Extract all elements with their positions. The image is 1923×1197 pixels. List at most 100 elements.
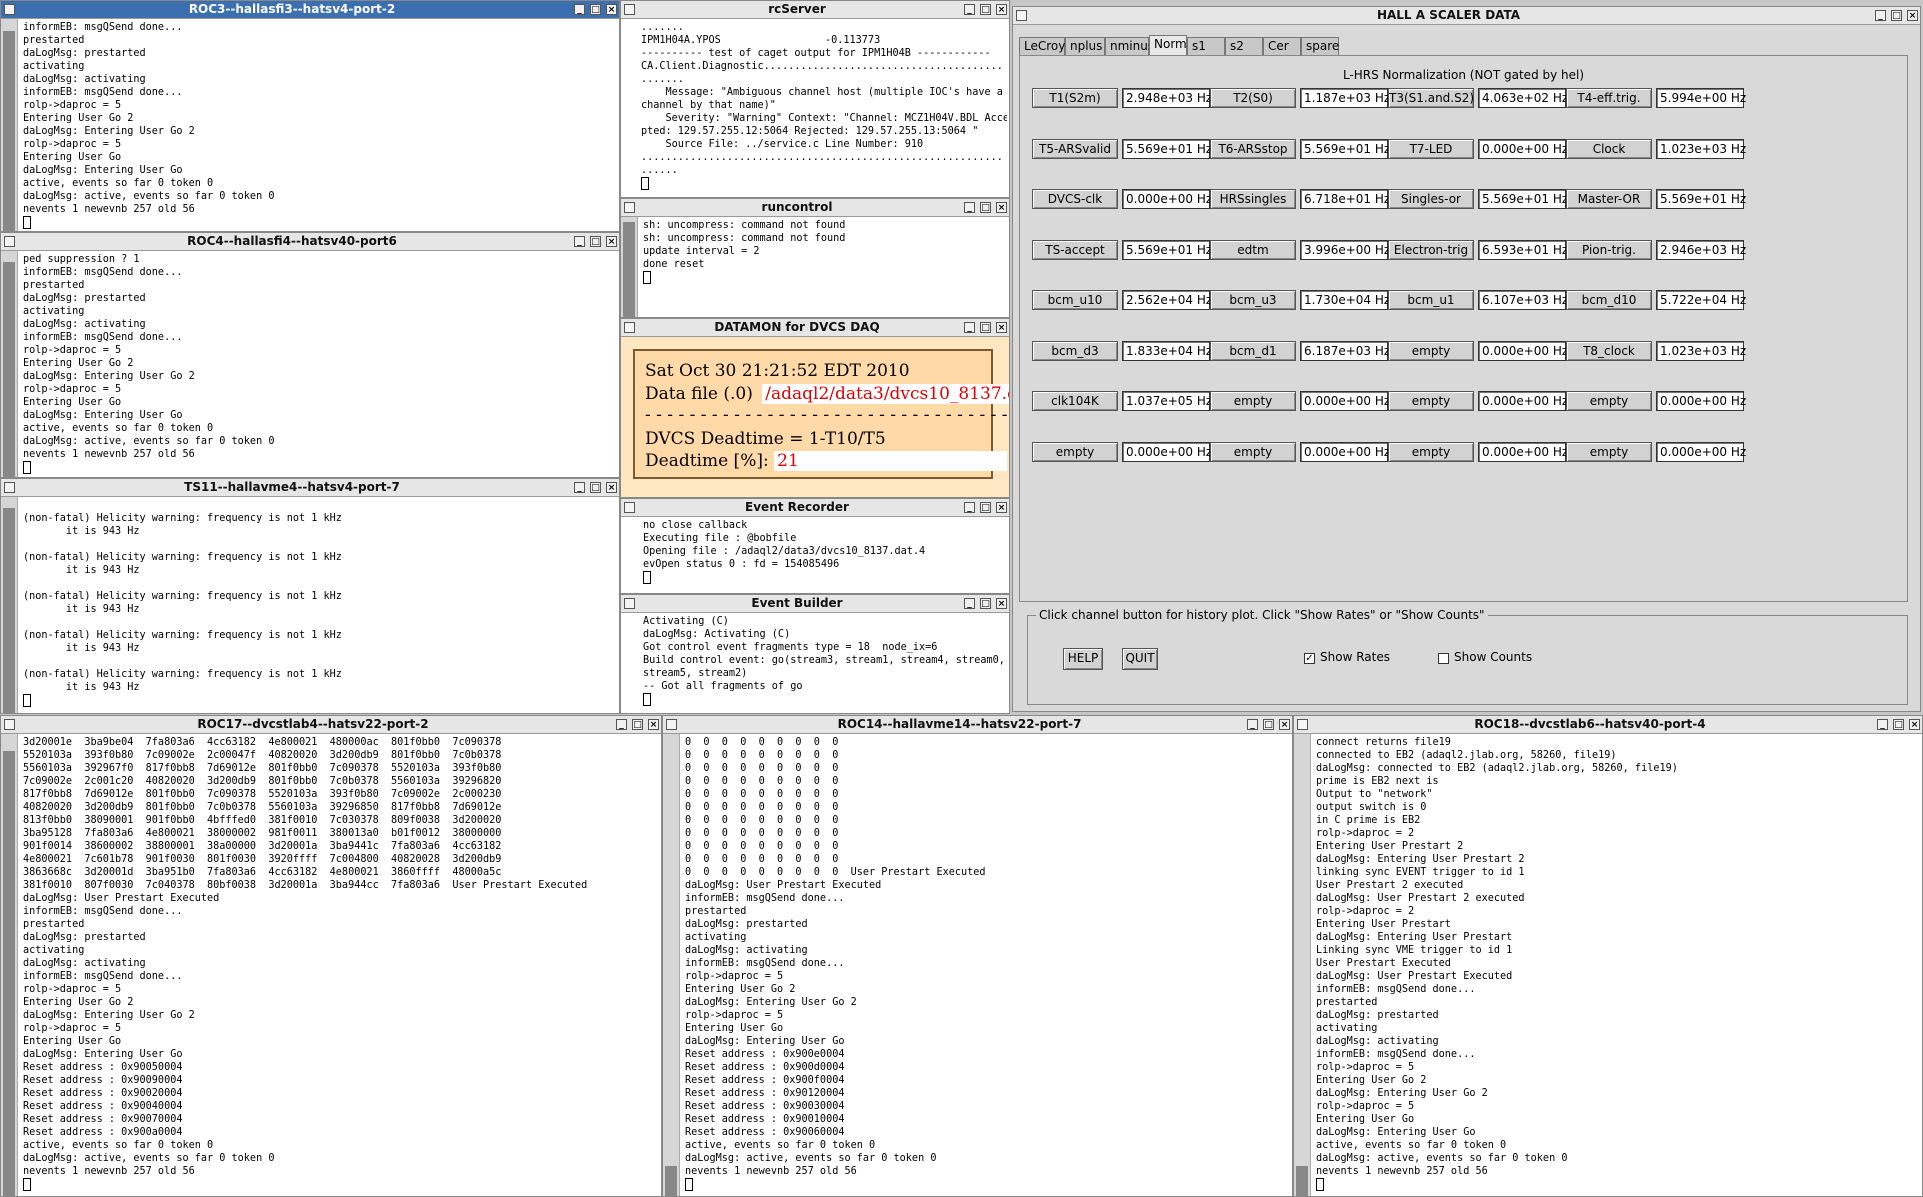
channel-button-empty[interactable]: empty [1388, 441, 1474, 462]
maximize-icon[interactable]: □ [590, 236, 601, 247]
channel-value[interactable]: 1.187e+03 Hz [1300, 88, 1390, 108]
window-menu-icon[interactable] [624, 202, 635, 213]
close-icon[interactable]: × [606, 4, 617, 15]
minimize-icon[interactable]: _ [616, 719, 627, 730]
channel-value[interactable]: 5.994e+00 Hz [1656, 88, 1746, 108]
ts11-terminal[interactable]: (non-fatal) Helicity warning: frequency … [1, 497, 619, 713]
channel-value[interactable]: 0.000e+00 Hz [1478, 441, 1568, 462]
window-menu-icon[interactable] [1297, 719, 1308, 730]
maximize-icon[interactable]: □ [980, 322, 991, 333]
channel-button-edtm[interactable]: edtm [1210, 239, 1296, 260]
channel-button-ts-accept[interactable]: TS-accept [1032, 239, 1118, 260]
channel-button-bcm-d3[interactable]: bcm_d3 [1032, 340, 1118, 361]
close-icon[interactable]: × [606, 482, 617, 493]
close-icon[interactable]: × [606, 236, 617, 247]
roc14-terminal[interactable]: 0 0 0 0 0 0 0 0 0 0 0 0 0 0 0 0 0 0 0 0 … [663, 734, 1292, 1196]
channel-button-empty[interactable]: empty [1388, 340, 1474, 361]
close-icon[interactable]: × [996, 4, 1007, 15]
runcontrol-terminal[interactable]: sh: uncompress: command not found sh: un… [621, 217, 1009, 317]
channel-value[interactable]: 2.948e+03 Hz [1122, 88, 1212, 108]
channel-button-dvcs-clk[interactable]: DVCS-clk [1032, 189, 1118, 209]
maximize-icon[interactable]: □ [980, 4, 991, 15]
window-menu-icon[interactable] [4, 4, 15, 15]
channel-button-pion-trig-[interactable]: Pion-trig. [1566, 239, 1652, 260]
minimize-icon[interactable]: _ [1875, 10, 1886, 21]
channel-value[interactable]: 6.187e+03 Hz [1300, 340, 1390, 361]
channel-button-empty[interactable]: empty [1566, 391, 1652, 411]
roc18-titlebar[interactable]: ROC18--dvcstlab6--hatsv40-port-4 _ □ × [1294, 716, 1922, 734]
channel-value[interactable]: 5.569e+01 Hz [1122, 239, 1212, 260]
roc14-titlebar[interactable]: ROC14--hallavme14--hatsv22-port-7 _ □ × [663, 716, 1292, 734]
channel-button-empty[interactable]: empty [1210, 441, 1296, 462]
channel-value[interactable]: 5.569e+01 Hz [1300, 138, 1390, 159]
channel-button-t4-eff-trig-[interactable]: T4-eff.trig. [1566, 88, 1652, 108]
roc3-terminal[interactable]: informEB: msgQSend done... prestarted da… [1, 19, 619, 231]
roc3-scrollbar[interactable] [1, 19, 18, 231]
channel-button-empty[interactable]: empty [1210, 391, 1296, 411]
channel-value[interactable]: 5.569e+01 Hz [1478, 189, 1568, 209]
channel-value[interactable]: 0.000e+00 Hz [1300, 391, 1390, 411]
minimize-icon[interactable]: _ [964, 502, 975, 513]
channel-value[interactable]: 1.730e+04 Hz [1300, 290, 1390, 310]
tab-norm[interactable]: Norm [1149, 35, 1187, 55]
maximize-icon[interactable]: □ [1893, 719, 1904, 730]
help-button[interactable]: HELP [1063, 648, 1103, 670]
channel-button-t5-arsvalid[interactable]: T5-ARSvalid [1032, 138, 1118, 159]
window-menu-icon[interactable] [4, 482, 15, 493]
close-icon[interactable]: × [996, 598, 1007, 609]
channel-value[interactable]: 6.107e+03 Hz [1478, 290, 1568, 310]
maximize-icon[interactable]: □ [980, 502, 991, 513]
ts11-titlebar[interactable]: TS11--hallavme4--hatsv4-port-7 _ □ × [1, 479, 619, 497]
window-menu-icon[interactable] [4, 236, 15, 247]
maximize-icon[interactable]: □ [980, 202, 991, 213]
channel-value[interactable]: 0.000e+00 Hz [1122, 441, 1212, 462]
window-menu-icon[interactable] [666, 719, 677, 730]
roc3-titlebar[interactable]: ROC3--hallasfi3--hatsv4-port-2 _ □ × [1, 1, 619, 19]
runcontrol-scrollbar[interactable] [621, 217, 638, 317]
event-builder-terminal[interactable]: Activating (C) daLogMsg: Activating (C) … [621, 613, 1009, 713]
event-builder-titlebar[interactable]: Event Builder _ □ × [621, 595, 1009, 613]
minimize-icon[interactable]: _ [1877, 719, 1888, 730]
tab-s1[interactable]: s1 [1187, 37, 1225, 55]
channel-value[interactable]: 0.000e+00 Hz [1656, 391, 1746, 411]
roc4-scrollbar[interactable] [1, 251, 18, 477]
channel-button-bcm-d1[interactable]: bcm_d1 [1210, 340, 1296, 361]
maximize-icon[interactable]: □ [632, 719, 643, 730]
close-icon[interactable]: × [996, 322, 1007, 333]
channel-button-bcm-u10[interactable]: bcm_u10 [1032, 290, 1118, 310]
runcontrol-titlebar[interactable]: runcontrol _ □ × [621, 199, 1009, 217]
channel-button-bcm-u3[interactable]: bcm_u3 [1210, 290, 1296, 310]
channel-button-empty[interactable]: empty [1032, 441, 1118, 462]
minimize-icon[interactable]: _ [964, 322, 975, 333]
datamon-titlebar[interactable]: DATAMON for DVCS DAQ _ □ × [621, 319, 1009, 337]
channel-value[interactable]: 5.722e+04 Hz [1656, 290, 1746, 310]
roc4-terminal[interactable]: ped suppression ? 1 informEB: msgQSend d… [1, 251, 619, 477]
channel-button-t7-led[interactable]: T7-LED [1388, 138, 1474, 159]
close-icon[interactable]: × [1907, 10, 1918, 21]
channel-value[interactable]: 4.063e+02 Hz [1478, 88, 1568, 108]
window-menu-icon[interactable] [4, 719, 15, 730]
maximize-icon[interactable]: □ [980, 598, 991, 609]
channel-button-master-or[interactable]: Master-OR [1566, 189, 1652, 209]
tab-nplus[interactable]: nplus [1065, 37, 1105, 55]
window-menu-icon[interactable] [1016, 10, 1027, 21]
channel-value[interactable]: 6.718e+01 Hz [1300, 189, 1390, 209]
channel-value[interactable]: 0.000e+00 Hz [1122, 189, 1212, 209]
maximize-icon[interactable]: □ [1263, 719, 1274, 730]
window-menu-icon[interactable] [624, 4, 635, 15]
tab-nminus[interactable]: nminus [1105, 37, 1154, 55]
channel-button-t6-arsstop[interactable]: T6-ARSstop [1210, 138, 1296, 159]
close-icon[interactable]: × [996, 202, 1007, 213]
roc14-scrollbar[interactable] [663, 734, 680, 1196]
channel-value[interactable]: 0.000e+00 Hz [1656, 441, 1746, 462]
channel-button-hrssingles[interactable]: HRSsingles [1210, 189, 1296, 209]
minimize-icon[interactable]: _ [574, 4, 585, 15]
close-icon[interactable]: × [1279, 719, 1290, 730]
minimize-icon[interactable]: _ [964, 4, 975, 15]
roc17-scrollbar[interactable] [1, 734, 18, 1196]
minimize-icon[interactable]: _ [1247, 719, 1258, 730]
maximize-icon[interactable]: □ [590, 482, 601, 493]
close-icon[interactable]: × [1909, 719, 1920, 730]
event-recorder-terminal[interactable]: no close callback Executing file : @bobf… [621, 517, 1009, 593]
roc18-terminal[interactable]: connect returns file19 connected to EB2 … [1294, 734, 1922, 1196]
